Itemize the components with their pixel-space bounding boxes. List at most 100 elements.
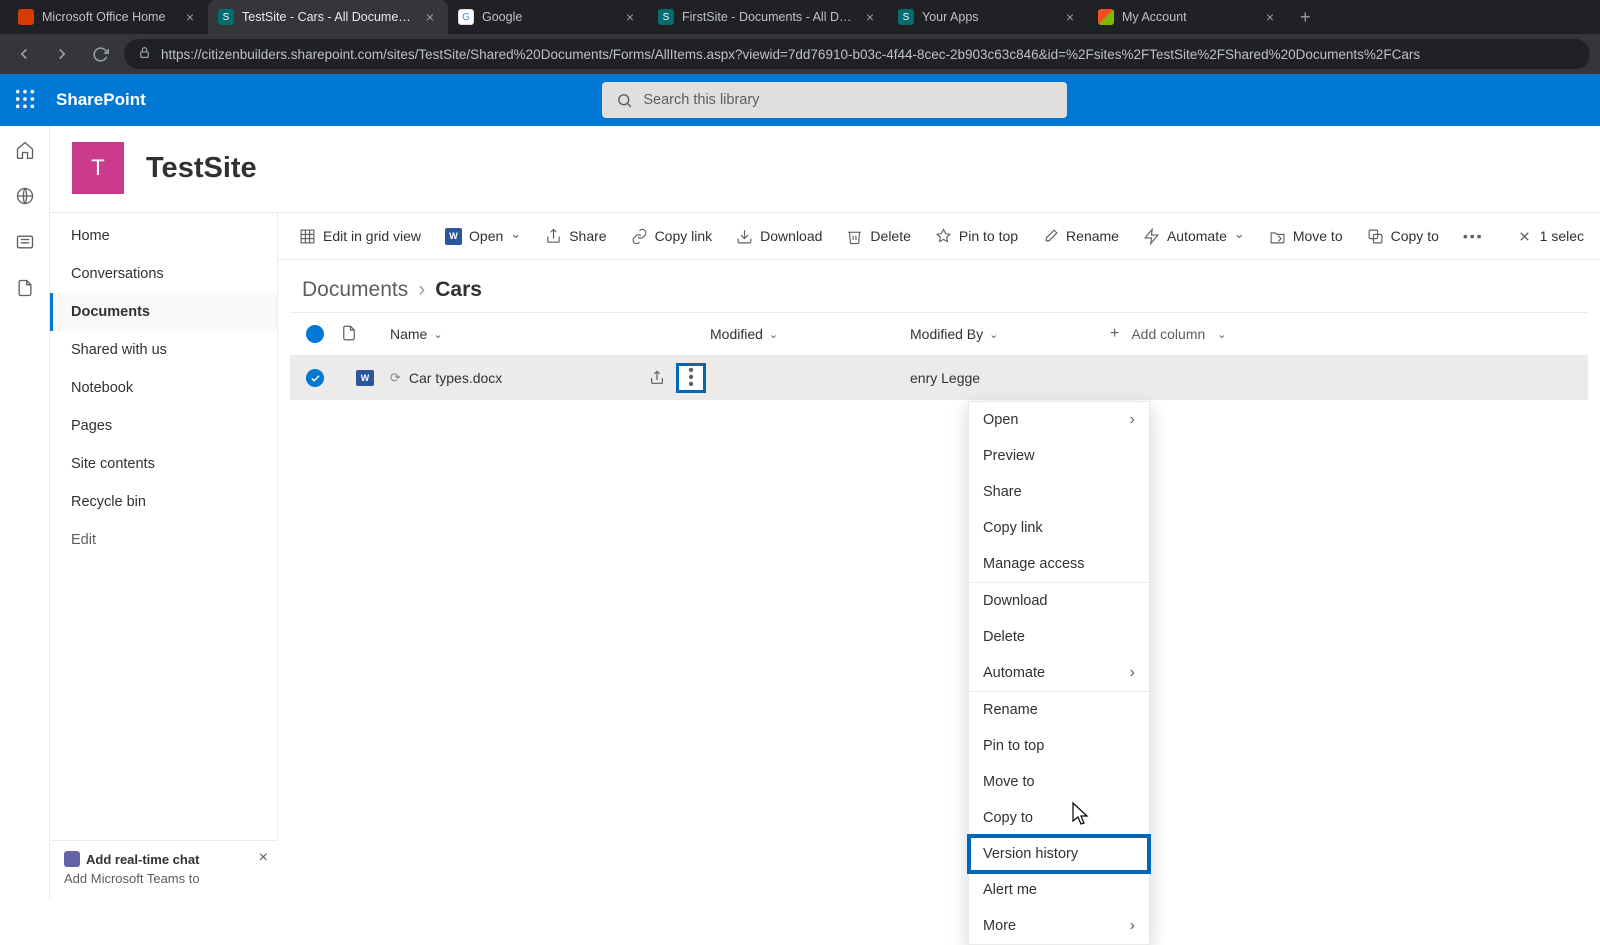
file-type-icon: [340, 324, 358, 342]
search-input[interactable]: Search this library: [602, 82, 1067, 118]
cmd-open[interactable]: W Open: [436, 219, 530, 253]
favicon-sharepoint-icon: S: [658, 9, 674, 25]
browser-tab[interactable]: My Account ×: [1088, 0, 1288, 34]
cmd-label: Rename: [1066, 228, 1119, 244]
cmd-copy-link[interactable]: Copy link: [622, 219, 722, 253]
site-logo[interactable]: T: [72, 142, 124, 194]
app-launcher-icon[interactable]: [14, 88, 38, 112]
cmd-pin[interactable]: Pin to top: [926, 219, 1027, 253]
cmd-label: Copy link: [655, 228, 713, 244]
tab-title: Your Apps: [922, 10, 1054, 24]
cmd-edit-grid[interactable]: Edit in grid view: [290, 219, 430, 253]
nav-pages[interactable]: Pages: [50, 407, 277, 445]
cm-preview[interactable]: Preview: [969, 438, 1149, 474]
rail-globe-icon[interactable]: [15, 186, 35, 206]
reload-button[interactable]: [86, 40, 114, 68]
tab-close-icon[interactable]: ×: [1062, 9, 1078, 25]
modified-by-cell: enry Legge: [910, 370, 1110, 386]
breadcrumb: Documents › Cars: [278, 260, 1600, 312]
cm-alert-me[interactable]: Alert me: [969, 872, 1149, 908]
brand-label[interactable]: SharePoint: [56, 90, 146, 110]
teams-promo: × Add real-time chat Add Microsoft Teams…: [50, 840, 278, 900]
lock-icon: [138, 46, 151, 62]
cmd-rename[interactable]: Rename: [1033, 219, 1128, 253]
browser-tab[interactable]: S Your Apps ×: [888, 0, 1088, 34]
tab-close-icon[interactable]: ×: [182, 9, 198, 25]
promo-close-icon[interactable]: ×: [259, 849, 268, 867]
list-row[interactable]: W ⟳ Car types.docx ••• enry Legge: [290, 356, 1588, 400]
tab-title: Google: [482, 10, 614, 24]
nav-home[interactable]: Home: [50, 217, 277, 255]
nav-documents[interactable]: Documents: [50, 293, 277, 331]
browser-tab[interactable]: S FirstSite - Documents - All Docum ×: [648, 0, 888, 34]
sync-icon: ⟳: [390, 370, 401, 386]
cmd-share[interactable]: Share: [536, 219, 615, 253]
tab-title: My Account: [1122, 10, 1254, 24]
suite-header: SharePoint Search this library: [0, 74, 1600, 126]
context-menu: Open Preview Share Copy link Manage acce…: [968, 401, 1150, 945]
rail-home-icon[interactable]: [15, 140, 35, 160]
cm-copy-link[interactable]: Copy link: [969, 510, 1149, 546]
rail-files-icon[interactable]: [15, 278, 35, 298]
row-checkbox[interactable]: [306, 369, 324, 387]
cm-pin-to-top[interactable]: Pin to top: [969, 728, 1149, 764]
column-name[interactable]: Name⌄: [390, 326, 710, 342]
cmd-download[interactable]: Download: [727, 219, 831, 253]
column-modified[interactable]: Modified⌄: [710, 326, 910, 342]
tab-close-icon[interactable]: ×: [862, 9, 878, 25]
cm-rename[interactable]: Rename: [969, 692, 1149, 728]
nav-notebook[interactable]: Notebook: [50, 369, 277, 407]
cm-download[interactable]: Download: [969, 583, 1149, 619]
forward-button[interactable]: [48, 40, 76, 68]
browser-tab-bar: Microsoft Office Home × S TestSite - Car…: [0, 0, 1600, 34]
column-modified-by[interactable]: Modified By⌄: [910, 326, 1110, 342]
browser-tab[interactable]: S TestSite - Cars - All Documents ×: [208, 0, 448, 34]
nav-site-contents[interactable]: Site contents: [50, 445, 277, 483]
tab-title: TestSite - Cars - All Documents: [242, 10, 414, 24]
tab-close-icon[interactable]: ×: [422, 9, 438, 25]
cmd-overflow[interactable]: •••: [1454, 219, 1493, 253]
row-more-actions-button[interactable]: •••: [676, 363, 706, 393]
cm-delete[interactable]: Delete: [969, 619, 1149, 655]
cmd-label: Edit in grid view: [323, 228, 421, 244]
row-share-icon[interactable]: [642, 363, 672, 393]
cm-copy-to[interactable]: Copy to: [969, 800, 1149, 836]
cmd-label: Delete: [870, 228, 910, 244]
cm-more[interactable]: More: [969, 908, 1149, 944]
cmd-automate[interactable]: Automate: [1134, 219, 1254, 253]
tab-close-icon[interactable]: ×: [1262, 9, 1278, 25]
chevron-down-icon: [510, 228, 521, 245]
cmd-move-to[interactable]: Move to: [1260, 219, 1352, 253]
tab-close-icon[interactable]: ×: [622, 9, 638, 25]
browser-nav-bar: https://citizenbuilders.sharepoint.com/s…: [0, 34, 1600, 74]
cm-move-to[interactable]: Move to: [969, 764, 1149, 800]
selection-info[interactable]: 1 selec: [1517, 228, 1588, 244]
file-name[interactable]: Car types.docx: [409, 370, 502, 386]
select-all-checkbox[interactable]: [306, 325, 324, 343]
cm-manage-access[interactable]: Manage access: [969, 546, 1149, 582]
app-rail: [0, 126, 50, 900]
cmd-label: Automate: [1167, 228, 1227, 244]
nav-edit-link[interactable]: Edit: [50, 521, 277, 559]
cm-open[interactable]: Open: [969, 402, 1149, 438]
cm-share[interactable]: Share: [969, 474, 1149, 510]
nav-recycle-bin[interactable]: Recycle bin: [50, 483, 277, 521]
breadcrumb-root[interactable]: Documents: [302, 278, 408, 302]
new-tab-button[interactable]: +: [1288, 7, 1323, 28]
back-button[interactable]: [10, 40, 38, 68]
column-add[interactable]: +Add column⌄: [1110, 325, 1290, 343]
site-title[interactable]: TestSite: [146, 152, 257, 185]
browser-tab[interactable]: Microsoft Office Home ×: [8, 0, 208, 34]
chevron-right-icon: ›: [418, 278, 425, 302]
cm-version-history[interactable]: Version history: [969, 836, 1149, 872]
nav-conversations[interactable]: Conversations: [50, 255, 277, 293]
nav-shared-with-us[interactable]: Shared with us: [50, 331, 277, 369]
url-bar[interactable]: https://citizenbuilders.sharepoint.com/s…: [124, 39, 1590, 69]
cm-automate[interactable]: Automate: [969, 655, 1149, 691]
browser-tab[interactable]: G Google ×: [448, 0, 648, 34]
cmd-copy-to[interactable]: Copy to: [1358, 219, 1448, 253]
selection-count: 1 selec: [1540, 228, 1584, 244]
cmd-delete[interactable]: Delete: [837, 219, 919, 253]
cmd-label: Pin to top: [959, 228, 1018, 244]
rail-news-icon[interactable]: [15, 232, 35, 252]
